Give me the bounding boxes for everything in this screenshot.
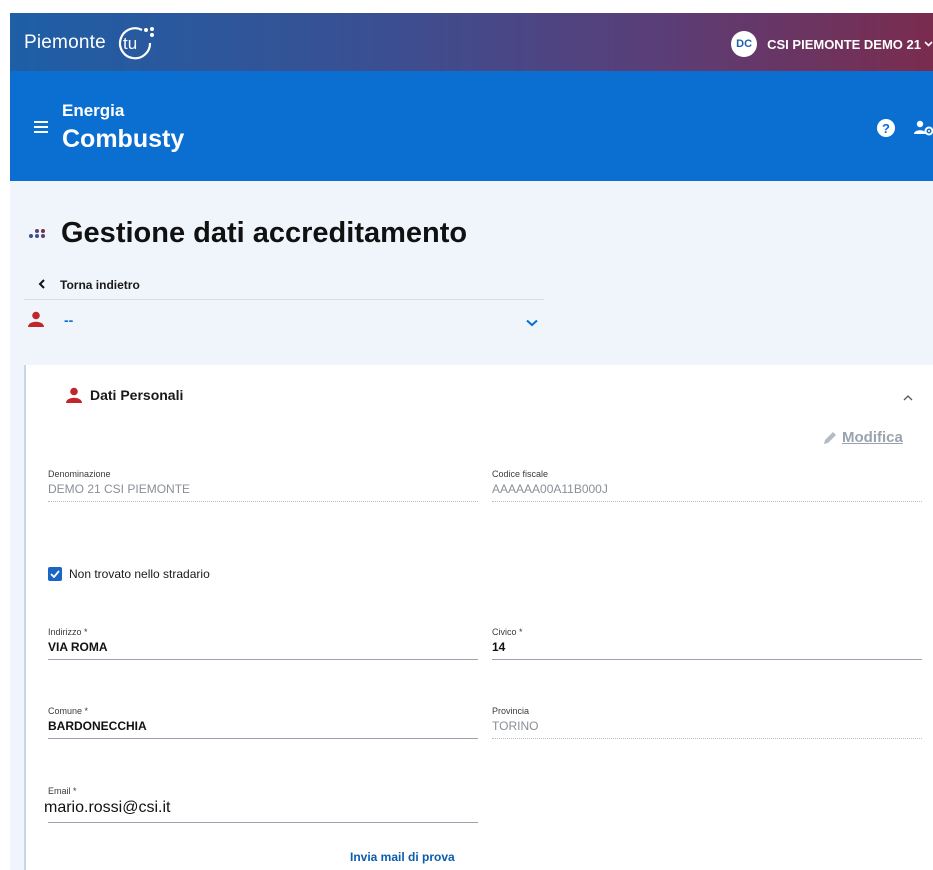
field-label: Indirizzo * — [48, 627, 88, 637]
page-title: Gestione dati accreditamento — [61, 217, 468, 249]
pencil-icon — [824, 431, 836, 444]
top-bar: Piemonte tu DC CSI PIEMONTE DEMO 21 — [10, 13, 933, 71]
tu-logo-icon: tu — [112, 25, 160, 61]
brand-logo-link[interactable]: Piemonte tu — [24, 25, 160, 61]
chevron-up-icon[interactable] — [902, 389, 914, 401]
field-value: DEMO 21 CSI PIEMONTE — [48, 482, 478, 502]
edit-label: Modifica — [842, 429, 903, 446]
denominazione-field: Denominazione DEMO 21 CSI PIEMONTE — [48, 469, 478, 502]
menu-icon[interactable] — [34, 121, 48, 133]
civico-field[interactable]: Civico * 14 — [492, 627, 922, 660]
field-value[interactable]: BARDONECCHIA — [48, 719, 478, 738]
send-test-mail-link[interactable]: Invia mail di prova — [350, 850, 455, 864]
chevron-down-icon — [924, 39, 933, 50]
edit-button[interactable]: Modifica — [822, 429, 903, 446]
user-menu[interactable]: DC CSI PIEMONTE DEMO 21 — [731, 31, 933, 57]
field-value[interactable]: 14 — [492, 640, 922, 659]
section-header[interactable]: Dati Personali — [66, 387, 183, 403]
field-label: Codice fiscale — [492, 469, 549, 479]
brand-name: Piemonte — [24, 32, 106, 53]
field-label: Denominazione — [48, 469, 111, 479]
selector-value: -- — [64, 312, 74, 328]
comune-field[interactable]: Comune * BARDONECCHIA — [48, 706, 478, 739]
section-title: Dati Personali — [90, 387, 184, 403]
field-label: Comune * — [48, 706, 89, 716]
person-icon — [66, 387, 82, 403]
field-label: Civico * — [492, 627, 523, 637]
email-field[interactable]: Email * mario.rossi@csi.it — [44, 786, 478, 823]
page-content: Gestione dati accreditamento Torna indie… — [10, 181, 933, 870]
app-category: Energia — [62, 101, 125, 120]
chevron-left-icon — [38, 276, 46, 293]
personal-data-card: Dati Personali Modifica Denominazione DE… — [24, 365, 933, 870]
field-label: Provincia — [492, 706, 530, 716]
email-input[interactable]: mario.rossi@csi.it — [44, 799, 478, 822]
checkbox-checked-icon[interactable] — [48, 567, 62, 581]
help-icon[interactable]: ? — [877, 119, 895, 137]
tu-logo-text: tu — [123, 34, 137, 53]
indirizzo-field[interactable]: Indirizzo * VIA ROMA — [48, 627, 478, 660]
app-header: Energia Combusty ? — [10, 71, 933, 181]
codice-fiscale-field: Codice fiscale AAAAAA00A11B000J — [492, 469, 922, 502]
checkbox-label: Non trovato nello stradario — [69, 567, 210, 581]
profile-selector[interactable]: -- — [24, 306, 544, 336]
street-not-found-checkbox[interactable]: Non trovato nello stradario — [48, 567, 210, 581]
chevron-down-icon — [526, 314, 538, 327]
field-value: AAAAAA00A11B000J — [492, 482, 922, 502]
divider — [24, 299, 544, 300]
provincia-field: Provincia TORINO — [492, 706, 922, 739]
dots-brand-icon — [28, 224, 50, 242]
field-value: TORINO — [492, 719, 922, 739]
back-label: Torna indietro — [60, 277, 140, 292]
person-icon — [28, 311, 44, 327]
field-value[interactable]: VIA ROMA — [48, 640, 478, 659]
field-label: Email * — [48, 786, 77, 796]
user-settings-icon[interactable] — [914, 119, 933, 137]
avatar: DC — [731, 31, 758, 57]
app-name: Combusty — [62, 125, 185, 153]
user-name: CSI PIEMONTE DEMO 21 — [767, 36, 921, 52]
back-link[interactable]: Torna indietro — [38, 276, 140, 293]
